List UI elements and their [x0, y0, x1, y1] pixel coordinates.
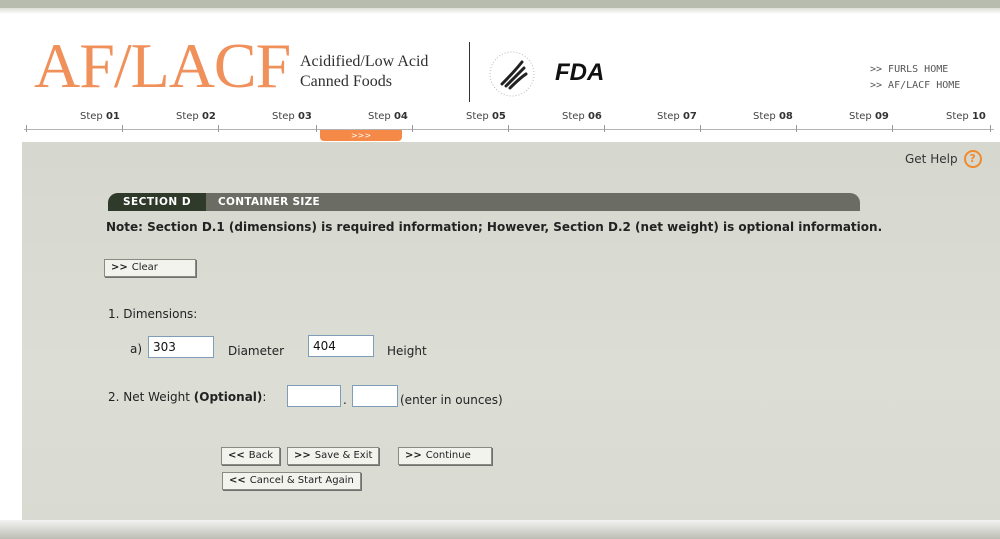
net-weight-whole-input[interactable]	[287, 385, 341, 407]
double-chevron-right-icon: >>	[294, 450, 311, 461]
step-tick	[26, 125, 27, 132]
section-note: Note: Section D.1 (dimensions) is requir…	[106, 220, 883, 234]
aflacf-home-link[interactable]: >> AF/LACF HOME	[870, 78, 980, 94]
step-tick	[990, 125, 991, 132]
double-chevron-right-icon: >>	[405, 450, 422, 461]
double-chevron-left-icon: <<	[229, 475, 246, 486]
net-weight-fraction-input[interactable]	[352, 385, 398, 407]
step-tick	[508, 125, 509, 132]
step-tick	[122, 125, 123, 132]
net-weight-colon: :	[262, 390, 267, 404]
current-step-marker: >>>	[320, 130, 402, 141]
step-01: Step 01	[80, 111, 120, 122]
hhs-eagle-icon	[489, 51, 535, 97]
step-tick	[316, 125, 317, 132]
back-button-label: Back	[248, 450, 274, 461]
step-02: Step 02	[176, 111, 216, 122]
diameter-label: Diameter	[228, 344, 285, 358]
dimensions-label: 1. Dimensions:	[108, 307, 198, 321]
diameter-input[interactable]	[148, 336, 214, 358]
section-tab: SECTION D	[108, 193, 206, 211]
double-chevron-right-icon: >>	[111, 262, 128, 273]
optional-text: (Optional)	[193, 390, 263, 404]
fda-logo-icon: FDA	[555, 59, 604, 86]
save-exit-button[interactable]: >> Save & Exit	[287, 447, 380, 465]
section-title: CONTAINER SIZE	[218, 196, 320, 208]
get-help-label: Get Help	[905, 152, 958, 166]
height-input[interactable]	[308, 335, 374, 357]
logo-divider	[469, 42, 470, 102]
item-a-label: a)	[130, 342, 143, 356]
fda-logo-text: FDA	[555, 59, 604, 86]
step-09: Step 09	[849, 111, 889, 122]
ounces-hint: (enter in ounces)	[400, 393, 503, 407]
back-button[interactable]: << Back	[221, 447, 281, 465]
cancel-start-again-button[interactable]: << Cancel & Start Again	[222, 472, 361, 490]
net-weight-label: 2. Net Weight (Optional):	[108, 390, 266, 404]
cancel-button-label: Cancel & Start Again	[249, 475, 354, 486]
logo-subtitle-line2: Canned Foods	[300, 73, 392, 90]
save-exit-button-label: Save & Exit	[314, 450, 373, 461]
step-06: Step 06	[562, 111, 602, 122]
step-tick	[218, 125, 219, 132]
step-tick	[892, 125, 893, 132]
top-links: >> FURLS HOME >> AF/LACF HOME	[870, 62, 980, 94]
af-lacf-logo: AF/LACF	[34, 30, 291, 101]
step-tick	[604, 125, 605, 132]
continue-button-label: Continue	[425, 450, 471, 461]
clear-button-label: Clear	[131, 262, 158, 273]
net-weight-text: 2. Net Weight	[108, 390, 190, 404]
get-help-link[interactable]: Get Help ?	[905, 150, 982, 168]
step-04: Step 04	[368, 111, 408, 122]
furls-home-link[interactable]: >> FURLS HOME	[870, 62, 980, 78]
step-08: Step 08	[753, 111, 793, 122]
top-border	[0, 0, 1000, 8]
height-label: Height	[387, 344, 427, 358]
bottom-edge	[0, 520, 1000, 539]
step-progress: Step 01 Step 02 Step 03 Step 04 Step 05 …	[24, 111, 994, 141]
clear-button[interactable]: >> Clear	[104, 259, 196, 277]
help-question-icon[interactable]: ?	[963, 150, 982, 168]
step-track	[24, 129, 994, 134]
step-tick	[700, 125, 701, 132]
logo-subtitle-line1: Acidified/Low Acid	[300, 53, 429, 70]
step-05: Step 05	[466, 111, 506, 122]
top-border-shadow	[0, 8, 1000, 14]
step-tick	[796, 125, 797, 132]
continue-button[interactable]: >> Continue	[398, 447, 492, 465]
step-tick	[412, 125, 413, 132]
double-chevron-left-icon: <<	[228, 450, 245, 461]
logo-subtitle: Acidified/Low Acid Canned Foods	[300, 52, 428, 92]
decimal-point: .	[343, 393, 347, 407]
step-07: Step 07	[657, 111, 697, 122]
step-10: Step 10	[946, 111, 986, 122]
step-03: Step 03	[272, 111, 312, 122]
